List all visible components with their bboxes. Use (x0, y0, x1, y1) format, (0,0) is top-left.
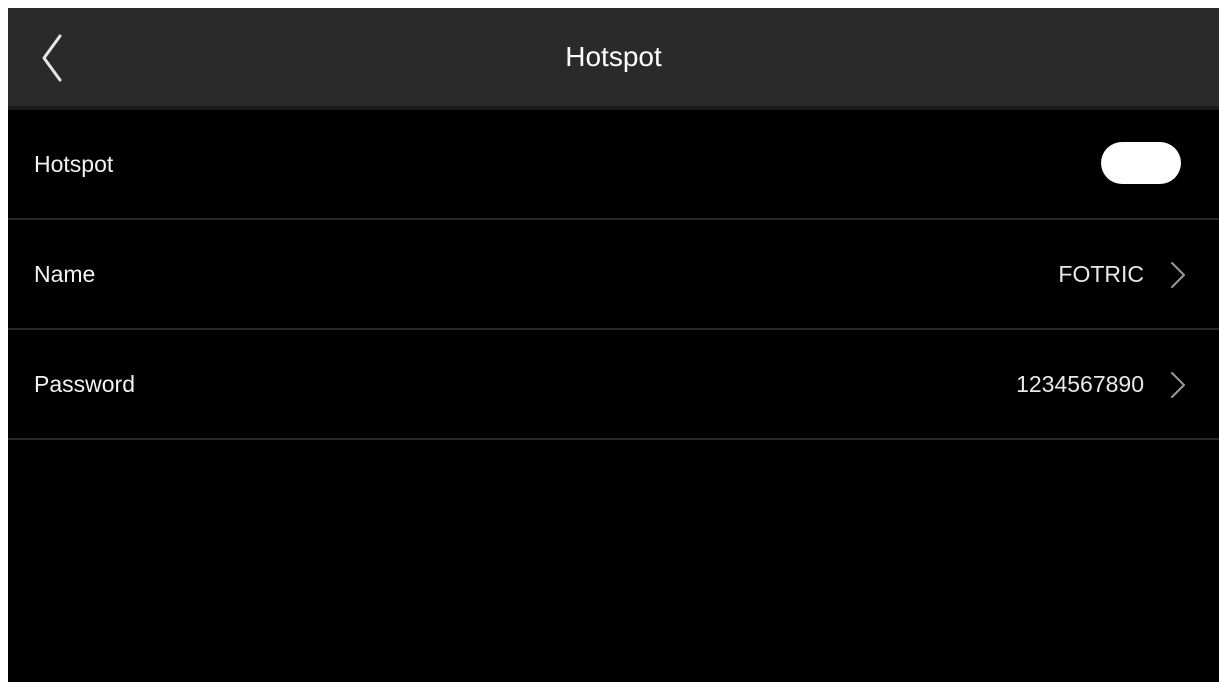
back-button[interactable] (30, 28, 90, 88)
settings-list: Hotspot Name FOTRIC Password 1234567890 (8, 110, 1219, 440)
hotspot-label: Hotspot (34, 151, 114, 177)
chevron-right-icon (1171, 262, 1185, 288)
header-bar: Hotspot (8, 8, 1219, 106)
password-label: Password (34, 371, 135, 397)
password-row[interactable]: Password 1234567890 (8, 330, 1219, 438)
hotspot-screen: Hotspot Hotspot Name FOTRIC Password 123… (8, 8, 1219, 682)
hotspot-row: Hotspot (8, 110, 1219, 218)
row-divider (8, 438, 1219, 440)
name-label: Name (34, 261, 96, 287)
name-row[interactable]: Name FOTRIC (8, 220, 1219, 328)
password-value: 1234567890 (1016, 371, 1144, 397)
chevron-right-icon (1171, 372, 1185, 398)
hotspot-toggle[interactable] (1101, 142, 1181, 184)
page-title: Hotspot (565, 41, 662, 72)
name-value: FOTRIC (1058, 261, 1144, 287)
app-frame: Hotspot Hotspot Name FOTRIC Password 123… (0, 0, 1219, 682)
chevron-left-icon (42, 34, 62, 82)
